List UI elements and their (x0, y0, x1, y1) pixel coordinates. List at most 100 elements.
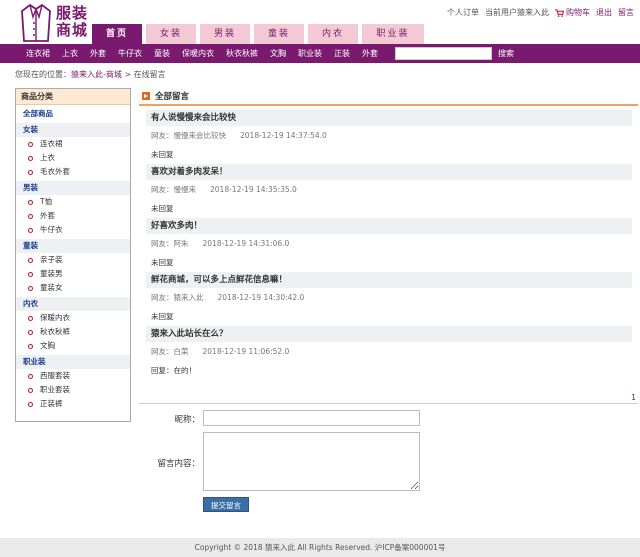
search-button[interactable]: 搜索 (498, 47, 514, 60)
sidebar-item-label: 连衣裙 (40, 139, 63, 148)
sidebar-item[interactable]: 西服套装 (16, 369, 130, 383)
bullet-icon (28, 387, 33, 393)
message-title: 猿来入此站长在么？ (146, 326, 632, 342)
orders-link[interactable]: 个人订单 (447, 7, 479, 18)
search-input[interactable] (395, 47, 492, 60)
sidebar-item[interactable]: 上衣 (16, 151, 130, 165)
sidebar-group[interactable]: 女装 (16, 123, 130, 137)
message-reply: 回复：在的！ (151, 366, 196, 375)
message-item: 有人说慢慢来会比较快 网友：慢慢来会比较快 2018-12-19 14:37:54… (146, 110, 632, 164)
sidebar-group[interactable]: 男装 (16, 181, 130, 195)
footer: Copyright © 2018 猿来入此 All Rights Reserve… (0, 538, 640, 557)
coat-logo-icon (21, 3, 51, 42)
sidebar-item-label: 牛仔衣 (40, 225, 63, 234)
category-link[interactable]: 连衣裙 (26, 48, 50, 59)
breadcrumb-current: 在线留言 (133, 70, 166, 79)
nav-tab-kids[interactable]: 童装 (254, 24, 304, 44)
sidebar-item[interactable]: 职业套装 (16, 383, 130, 397)
category-bar: 连衣裙 上衣 外套 牛仔衣 童装 保暖内衣 秋衣秋裤 文胸 职业装 正装 外套 … (0, 44, 640, 63)
category-link[interactable]: 外套 (362, 48, 378, 59)
message-content-textarea[interactable] (203, 432, 420, 491)
category-link[interactable]: 保暖内衣 (182, 48, 214, 59)
sidebar-item[interactable]: T恤 (16, 195, 130, 209)
message-time: 2018-12-19 14:37:54.0 (240, 131, 327, 140)
bullet-icon (28, 227, 33, 233)
category-link[interactable]: 秋衣秋裤 (226, 48, 258, 59)
sidebar-item[interactable]: 秋衣秋裤 (16, 325, 130, 339)
bullet-icon (28, 257, 33, 263)
category-link[interactable]: 正装 (334, 48, 350, 59)
main-nav: 首页 女装 男装 童装 内衣 职业装 (92, 24, 428, 44)
message-item: 好喜欢多肉！ 网友：阿朱 2018-12-19 14:31:06.0 未回复 (146, 218, 632, 272)
sidebar-item[interactable]: 保暖内衣 (16, 311, 130, 325)
category-link[interactable]: 职业装 (298, 48, 322, 59)
category-link[interactable]: 文胸 (270, 48, 286, 59)
message-title: 喜欢对着多肉发呆！ (146, 164, 632, 180)
message-meta: 网友：慢慢来 2018-12-19 14:35:35.0 (146, 180, 632, 200)
breadcrumb: 您现在的位置：猿来入此-商城 > 在线留言 (15, 69, 166, 80)
pagination-page[interactable]: 1 (631, 393, 636, 402)
sidebar-group[interactable]: 职业装 (16, 355, 130, 369)
nav-tab-home[interactable]: 首页 (92, 24, 142, 44)
sidebar-item[interactable]: 文胸 (16, 339, 130, 353)
logo-line-2: 商城 (56, 21, 89, 39)
bullet-icon (28, 343, 33, 349)
sidebar-item-label: 童装女 (40, 283, 63, 292)
sidebar-item-label: 保暖内衣 (40, 313, 70, 322)
category-link[interactable]: 上衣 (62, 48, 78, 59)
bullet-icon (28, 271, 33, 277)
category-link[interactable]: 外套 (90, 48, 106, 59)
nav-tab-men[interactable]: 男装 (200, 24, 250, 44)
site-logo[interactable]: 服装 商城 (20, 3, 90, 43)
sidebar-item[interactable]: 毛衣外套 (16, 165, 130, 179)
bullet-icon (28, 373, 33, 379)
sidebar-item[interactable]: 童装男 (16, 267, 130, 281)
message-board: 全部留言 有人说慢慢来会比较快 网友：慢慢来会比较快 2018-12-19 14:… (139, 88, 638, 380)
message-reply: 未回复 (151, 150, 174, 159)
sidebar-item[interactable]: 正装裤 (16, 397, 130, 411)
nav-tab-workwear[interactable]: 职业装 (362, 24, 424, 44)
nickname-label: 昵称： (174, 415, 200, 425)
sidebar-item[interactable]: 外套 (16, 209, 130, 223)
sidebar-all-products[interactable]: 全部商品 (16, 107, 130, 121)
category-link[interactable]: 童装 (154, 48, 170, 59)
message-time: 2018-12-19 14:31:06.0 (202, 239, 290, 248)
section-title-text: 全部留言 (155, 92, 190, 102)
message-title: 好喜欢多肉！ (146, 218, 632, 234)
logo-line-1: 服装 (56, 4, 89, 22)
message-author: 网友：阿朱 (151, 239, 189, 248)
message-author: 网友：白菜 (151, 347, 189, 356)
nav-tab-underwear[interactable]: 内衣 (308, 24, 358, 44)
bullet-icon (28, 329, 33, 335)
sidebar-item-label: T恤 (40, 197, 53, 206)
sidebar-group[interactable]: 内衣 (16, 297, 130, 311)
sidebar-item[interactable]: 连衣裙 (16, 137, 130, 151)
sidebar-item[interactable]: 牛仔衣 (16, 223, 130, 237)
message-title: 鲜花商城，可以多上点鲜花信息嘛！ (146, 272, 632, 288)
message-link[interactable]: 留言 (618, 7, 634, 18)
sidebar-title: 商品分类 (16, 89, 130, 105)
sidebar-item-label: 毛衣外套 (40, 167, 70, 176)
message-time: 2018-12-19 14:35:35.0 (210, 185, 297, 194)
submit-message-button[interactable]: 提交留言 (203, 497, 249, 512)
section-title: 全部留言 (139, 88, 638, 106)
nickname-input[interactable] (203, 410, 420, 426)
bullet-icon (28, 169, 33, 175)
nav-tab-women[interactable]: 女装 (146, 24, 196, 44)
sidebar-item-label: 秋衣秋裤 (40, 327, 70, 336)
logout-link[interactable]: 退出 (596, 7, 612, 18)
bullet-icon (28, 141, 33, 147)
breadcrumb-home[interactable]: 猿来入此-商城 (71, 70, 122, 79)
message-reply: 未回复 (151, 312, 174, 321)
sidebar-item-label: 亲子装 (40, 255, 63, 264)
play-icon (142, 92, 150, 100)
sidebar-group[interactable]: 童装 (16, 239, 130, 253)
current-user: 当前用户猿来入此 (485, 8, 549, 17)
sidebar-item[interactable]: 亲子装 (16, 253, 130, 267)
category-link[interactable]: 牛仔衣 (118, 48, 142, 59)
bullet-icon (28, 155, 33, 161)
bullet-icon (28, 315, 33, 321)
sidebar-item[interactable]: 童装女 (16, 281, 130, 295)
cart-link[interactable]: 购物车 (555, 7, 590, 18)
message-meta: 网友：慢慢来会比较快 2018-12-19 14:37:54.0 (146, 126, 632, 146)
